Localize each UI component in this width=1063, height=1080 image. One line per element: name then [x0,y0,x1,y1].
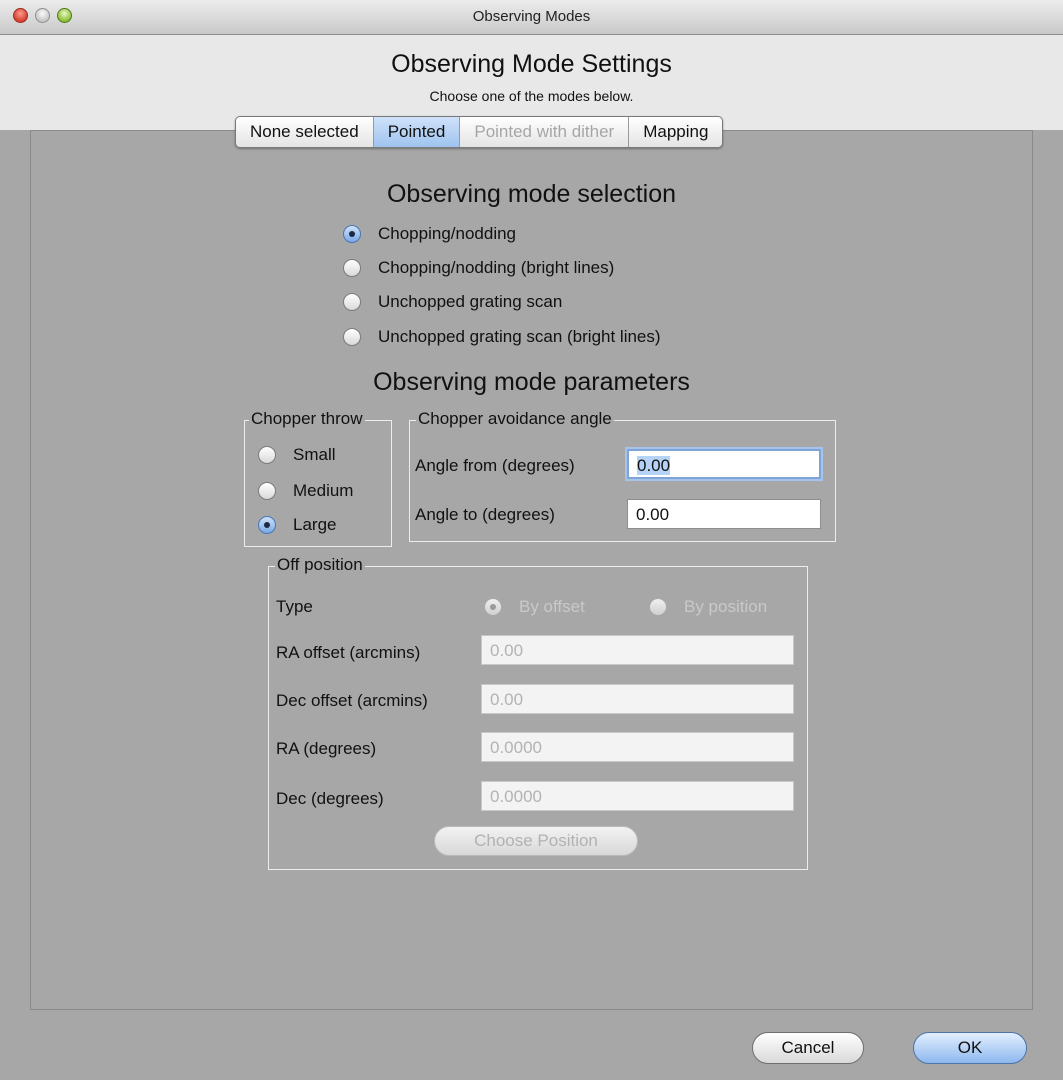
page-subtitle: Choose one of the modes below. [429,88,634,104]
page-title: Observing Mode Settings [391,50,672,78]
chopper-throw-small[interactable]: Small [258,445,336,465]
radio-unchecked-icon[interactable] [343,293,361,311]
radio-unchecked-icon[interactable] [343,328,361,346]
tab-none-selected[interactable]: None selected [236,117,374,147]
ra-degrees-input: 0.0000 [481,732,794,762]
chopper-throw-label: Large [293,515,337,534]
off-type-by-offset: By offset [484,597,585,617]
chopper-throw-label: Medium [293,481,354,500]
chopper-throw-large[interactable]: Large [258,515,336,535]
chopper-throw-legend: Chopper throw [249,409,365,429]
radio-checked-icon[interactable] [258,516,276,534]
chopper-throw-label: Small [293,445,336,464]
dec-degrees-input: 0.0000 [481,781,794,811]
cancel-button[interactable]: Cancel [752,1032,864,1064]
radio-unchecked-icon[interactable] [343,259,361,277]
mode-option-label: Chopping/nodding [378,224,517,243]
dec-offset-label: Dec offset (arcmins) [276,691,428,710]
ra-offset-label: RA offset (arcmins) [276,643,421,662]
angle-from-label: Angle from (degrees) [415,456,575,475]
title-bar: Observing Modes [0,0,1063,35]
tab-mapping[interactable]: Mapping [629,117,722,147]
mode-option-chopping-nodding-bright[interactable]: Chopping/nodding (bright lines) [343,258,614,278]
off-type-by-position: By position [649,597,767,617]
off-position-legend: Off position [275,555,365,575]
radio-checked-disabled-icon [484,598,502,616]
mode-option-unchopped-grating-bright[interactable]: Unchopped grating scan (bright lines) [343,327,661,347]
radio-checked-icon[interactable] [343,225,361,243]
dec-degrees-label: Dec (degrees) [276,789,384,808]
chopper-avoidance-legend: Chopper avoidance angle [416,409,614,429]
angle-to-input[interactable]: 0.00 [627,499,821,529]
mode-selection-heading: Observing mode selection [386,180,677,208]
mode-parameters-heading: Observing mode parameters [373,368,690,396]
window-title: Observing Modes [472,8,591,25]
ra-offset-input: 0.00 [481,635,794,665]
mode-option-chopping-nodding[interactable]: Chopping/nodding [343,224,516,244]
mode-option-label: Unchopped grating scan (bright lines) [378,327,661,346]
off-type-option-label: By position [684,597,768,616]
observing-modes-window: Observing Modes Observing Mode Settings … [0,0,1063,1080]
angle-from-input[interactable]: 0.00 [627,449,821,479]
mode-option-label: Unchopped grating scan [378,292,563,311]
ok-button[interactable]: OK [913,1032,1027,1064]
ra-degrees-label: RA (degrees) [276,739,377,758]
mode-option-label: Chopping/nodding (bright lines) [378,258,615,277]
radio-unchecked-icon[interactable] [258,446,276,464]
chopper-throw-medium[interactable]: Medium [258,481,353,501]
off-type-option-label: By offset [519,597,585,616]
off-type-label: Type [276,597,313,616]
mode-tabs: None selected Pointed Pointed with dithe… [235,116,724,148]
angle-from-value: 0.00 [637,456,671,475]
dec-offset-input: 0.00 [481,684,794,714]
angle-to-label: Angle to (degrees) [415,505,555,524]
choose-position-button: Choose Position [434,826,638,856]
tab-pointed-with-dither: Pointed with dither [460,117,630,147]
mode-option-unchopped-grating[interactable]: Unchopped grating scan [343,292,562,312]
radio-unchecked-disabled-icon [649,598,667,616]
tab-pointed[interactable]: Pointed [373,117,461,147]
radio-unchecked-icon[interactable] [258,482,276,500]
